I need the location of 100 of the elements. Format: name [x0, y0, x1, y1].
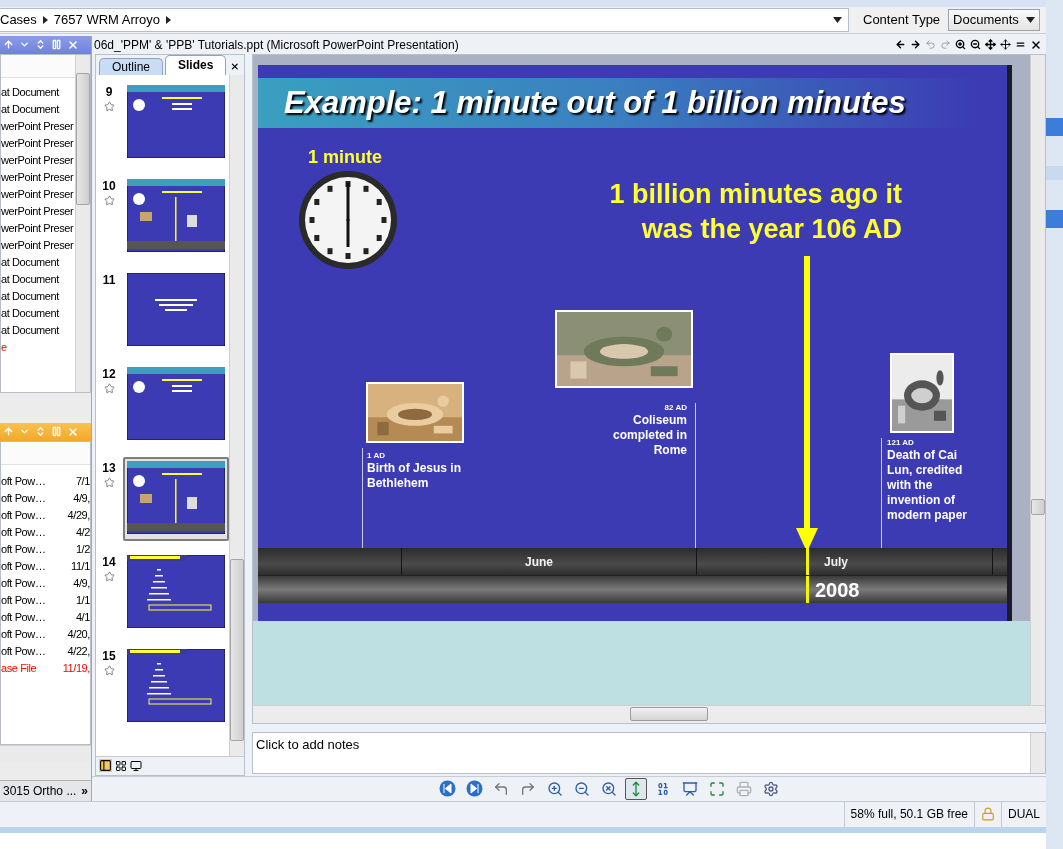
date-cell-text: 4/2 [75, 524, 90, 540]
scrollbar[interactable] [229, 74, 244, 756]
back-icon[interactable] [895, 39, 906, 51]
document-type-cell[interactable]: at Document [1, 100, 59, 118]
star-icon[interactable] [103, 476, 115, 488]
document-type-cell[interactable]: werPoint Preser [1, 219, 74, 237]
star-icon[interactable] [103, 382, 115, 394]
document-type-cell[interactable]: werPoint Preser [1, 151, 74, 169]
document-type-cell[interactable]: oft Pow… [1, 472, 46, 490]
window-fragment [1046, 118, 1063, 136]
zoom-out-icon[interactable] [970, 39, 981, 51]
event-description: Coliseum completed in Rome [612, 412, 687, 458]
content-type-label: Content Type [863, 12, 941, 28]
document-type-cell[interactable]: at Document [1, 287, 59, 305]
slide-title: Example: 1 minute out of 1 billion minutes [283, 84, 906, 121]
move-up-icon[interactable] [3, 426, 14, 438]
star-icon[interactable] [103, 570, 115, 582]
document-type-cell[interactable]: oft Pow… [1, 608, 46, 626]
normal-view-icon[interactable] [99, 759, 112, 773]
forward-icon [520, 780, 536, 797]
star-icon[interactable] [103, 194, 115, 206]
window-fragment [1046, 210, 1063, 228]
breadcrumb-item[interactable]: 7657 WRM Arroyo [53, 12, 161, 28]
date-cell-text: 4/29, [67, 507, 90, 523]
slide-number: 13 [102, 460, 116, 475]
date-cell-text: 1/1 [75, 592, 90, 608]
scrollbar[interactable] [75, 54, 90, 392]
document-type-cell[interactable]: werPoint Preser [1, 185, 74, 203]
document-type-cell[interactable]: oft Pow… [1, 642, 46, 660]
chevron-right-icon [166, 15, 172, 24]
document-type-cell[interactable]: oft Pow… [1, 540, 46, 558]
address-bar[interactable]: Cases 7657 WRM Arroyo [0, 7, 849, 32]
date-cell-text: 1/2 [75, 541, 90, 557]
dropdown-caret-icon[interactable] [833, 16, 842, 23]
window-fragment [1046, 166, 1063, 180]
slide-number: 11 [102, 272, 116, 287]
notes-placeholder[interactable]: Click to add notes [253, 732, 363, 773]
slide-caption: 1 billion minutes ago it was the year 106 AD [609, 177, 902, 246]
slide-thumbnail[interactable] [127, 460, 225, 534]
breadcrumb-item[interactable]: Cases [0, 12, 37, 28]
move-up-icon[interactable] [3, 39, 14, 51]
content-type-select[interactable]: Documents [948, 8, 1041, 31]
year-label: 2008 [815, 578, 860, 602]
slide-thumbnail[interactable] [127, 272, 225, 346]
document-type-cell[interactable]: werPoint Preser [1, 236, 74, 254]
document-type-cell[interactable]: werPoint Preser [1, 134, 74, 152]
settings-icon [763, 780, 779, 797]
document-type-cell[interactable]: at Document [1, 270, 59, 288]
document-type-cell[interactable]: oft Pow… [1, 489, 46, 507]
toolbar-button[interactable] [625, 777, 647, 800]
more-tabs-button[interactable]: » [81, 783, 88, 798]
move-icon[interactable] [985, 39, 996, 51]
document-type-cell[interactable]: e [1, 338, 7, 356]
document-type-cell[interactable]: oft Pow… [1, 523, 46, 541]
document-type-cell[interactable]: at Document [1, 304, 59, 322]
slideshow-icon[interactable] [130, 759, 142, 772]
date-cell-text: 4/1 [75, 609, 90, 625]
slide-number: 10 [102, 178, 116, 193]
slide-number: 15 [102, 648, 116, 663]
forward-icon[interactable] [910, 39, 921, 51]
presentation-icon [682, 780, 698, 797]
fullscreen-icon [709, 780, 725, 797]
star-icon[interactable] [103, 100, 115, 112]
star-icon[interactable] [103, 664, 115, 676]
document-type-cell[interactable]: oft Pow… [1, 574, 46, 592]
move-icon[interactable] [1000, 39, 1011, 51]
document-type-cell[interactable]: ase File [1, 659, 37, 677]
document-title: 06d_'PPM' & 'PPB' Tutorials.ppt (Microsoft PowerPoint Presentation) [94, 37, 459, 52]
binary-icon [655, 780, 671, 797]
slide-thumbnail[interactable] [127, 554, 225, 628]
pause-icon[interactable] [51, 426, 62, 438]
tab[interactable]: Outline [99, 57, 164, 75]
dropdown-caret-icon[interactable] [1026, 16, 1036, 23]
case-tab[interactable]: 3015 Ortho ... [3, 783, 77, 798]
slide-thumbnail[interactable] [127, 366, 225, 440]
document-type-cell[interactable]: at Document [1, 253, 59, 271]
close-icon[interactable] [1030, 38, 1042, 51]
document-type-cell[interactable]: oft Pow… [1, 591, 46, 609]
document-type-cell[interactable]: at Document [1, 83, 59, 101]
scrollbar[interactable] [1030, 732, 1045, 773]
document-type-cell[interactable]: oft Pow… [1, 625, 46, 643]
document-type-cell[interactable]: werPoint Preser [1, 202, 74, 220]
slide-thumbnail[interactable] [127, 178, 225, 252]
document-type-cell[interactable]: oft Pow… [1, 557, 46, 575]
zoom-in-icon[interactable] [955, 39, 966, 51]
expand-icon[interactable] [35, 39, 46, 51]
expand-icon[interactable] [35, 426, 46, 438]
slide-thumbnail[interactable] [127, 648, 225, 722]
pause-icon[interactable] [51, 39, 62, 51]
document-type-cell[interactable]: at Document [1, 321, 59, 339]
lock-icon[interactable] [981, 807, 995, 822]
document-type-cell[interactable]: oft Pow… [1, 506, 46, 524]
document-type-cell[interactable]: werPoint Preser [1, 117, 74, 135]
tab[interactable]: Slides [165, 54, 227, 75]
document-type-cell[interactable]: werPoint Preser [1, 168, 74, 186]
print-icon [736, 780, 752, 797]
slide-thumbnail[interactable] [127, 84, 225, 158]
back-icon [493, 780, 509, 797]
sorter-view-icon[interactable] [115, 759, 127, 772]
scrollbar[interactable] [1030, 54, 1045, 705]
